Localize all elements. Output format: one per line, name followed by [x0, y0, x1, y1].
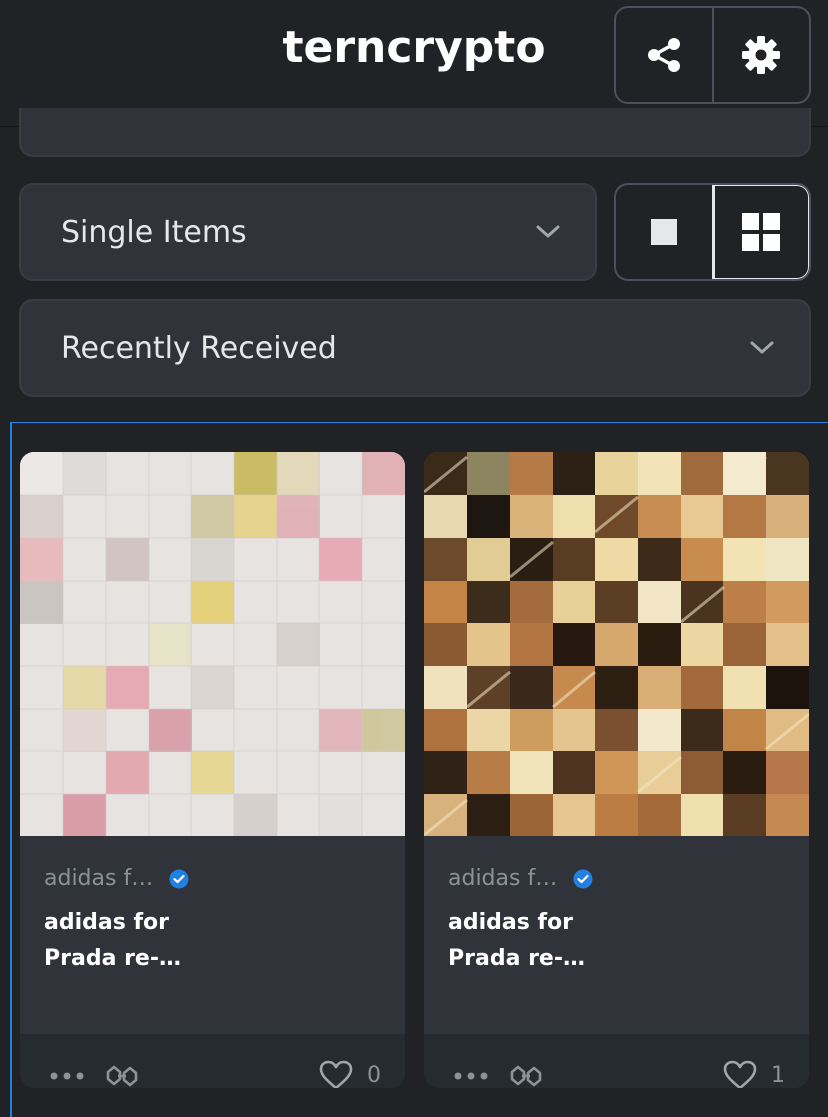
- card-info: adidas f… adidas for Prada re-…: [20, 866, 405, 1034]
- heart-icon: [723, 1060, 757, 1088]
- chevron-down-icon: [750, 341, 774, 354]
- single-view-icon: [650, 219, 677, 245]
- nft-name[interactable]: adidas for Prada re-…: [44, 905, 244, 977]
- nft-name[interactable]: adidas for Prada re-…: [448, 905, 648, 977]
- item-type-select[interactable]: Single Items: [19, 183, 597, 281]
- collection-name[interactable]: adidas f…: [448, 866, 557, 891]
- single-view-button[interactable]: [616, 185, 712, 279]
- search-field-partial[interactable]: [19, 108, 811, 157]
- collection-row: adidas f…: [44, 866, 381, 891]
- view-toggle: [614, 183, 811, 281]
- share-button[interactable]: [616, 8, 712, 102]
- more-icon[interactable]: [454, 1072, 488, 1080]
- nft-card[interactable]: adidas f… adidas for Prada re-…: [424, 452, 809, 1088]
- heart-icon: [319, 1060, 353, 1088]
- header-actions: [614, 6, 811, 104]
- grid-view-icon: [742, 213, 781, 251]
- chevron-down-icon: [536, 225, 560, 238]
- card-footer: 0: [20, 1034, 405, 1088]
- card-footer: 1: [424, 1034, 809, 1088]
- share-icon: [647, 38, 680, 72]
- collection-row: adidas f…: [448, 866, 785, 891]
- item-type-value: Single Items: [61, 214, 247, 250]
- like-count: 0: [367, 1062, 381, 1088]
- nft-image: [20, 452, 405, 836]
- collection-name[interactable]: adidas f…: [44, 866, 153, 891]
- verified-badge-icon: [573, 869, 593, 888]
- link-icon[interactable]: [106, 1064, 138, 1088]
- like-count: 1: [771, 1062, 785, 1088]
- nft-image: [424, 452, 809, 836]
- like-group[interactable]: 1: [723, 1060, 785, 1088]
- nft-card[interactable]: adidas f… adidas for Prada re-…: [20, 452, 405, 1088]
- verified-badge-icon: [169, 869, 189, 888]
- settings-button[interactable]: [711, 8, 810, 102]
- sort-value: Recently Received: [61, 330, 337, 366]
- like-group[interactable]: 0: [319, 1060, 381, 1088]
- grid-view-button[interactable]: [711, 185, 810, 279]
- card-info: adidas f… adidas for Prada re-…: [424, 866, 809, 1034]
- gear-icon: [742, 36, 781, 74]
- link-icon[interactable]: [510, 1064, 542, 1088]
- sort-select[interactable]: Recently Received: [19, 299, 811, 397]
- more-icon[interactable]: [50, 1072, 84, 1080]
